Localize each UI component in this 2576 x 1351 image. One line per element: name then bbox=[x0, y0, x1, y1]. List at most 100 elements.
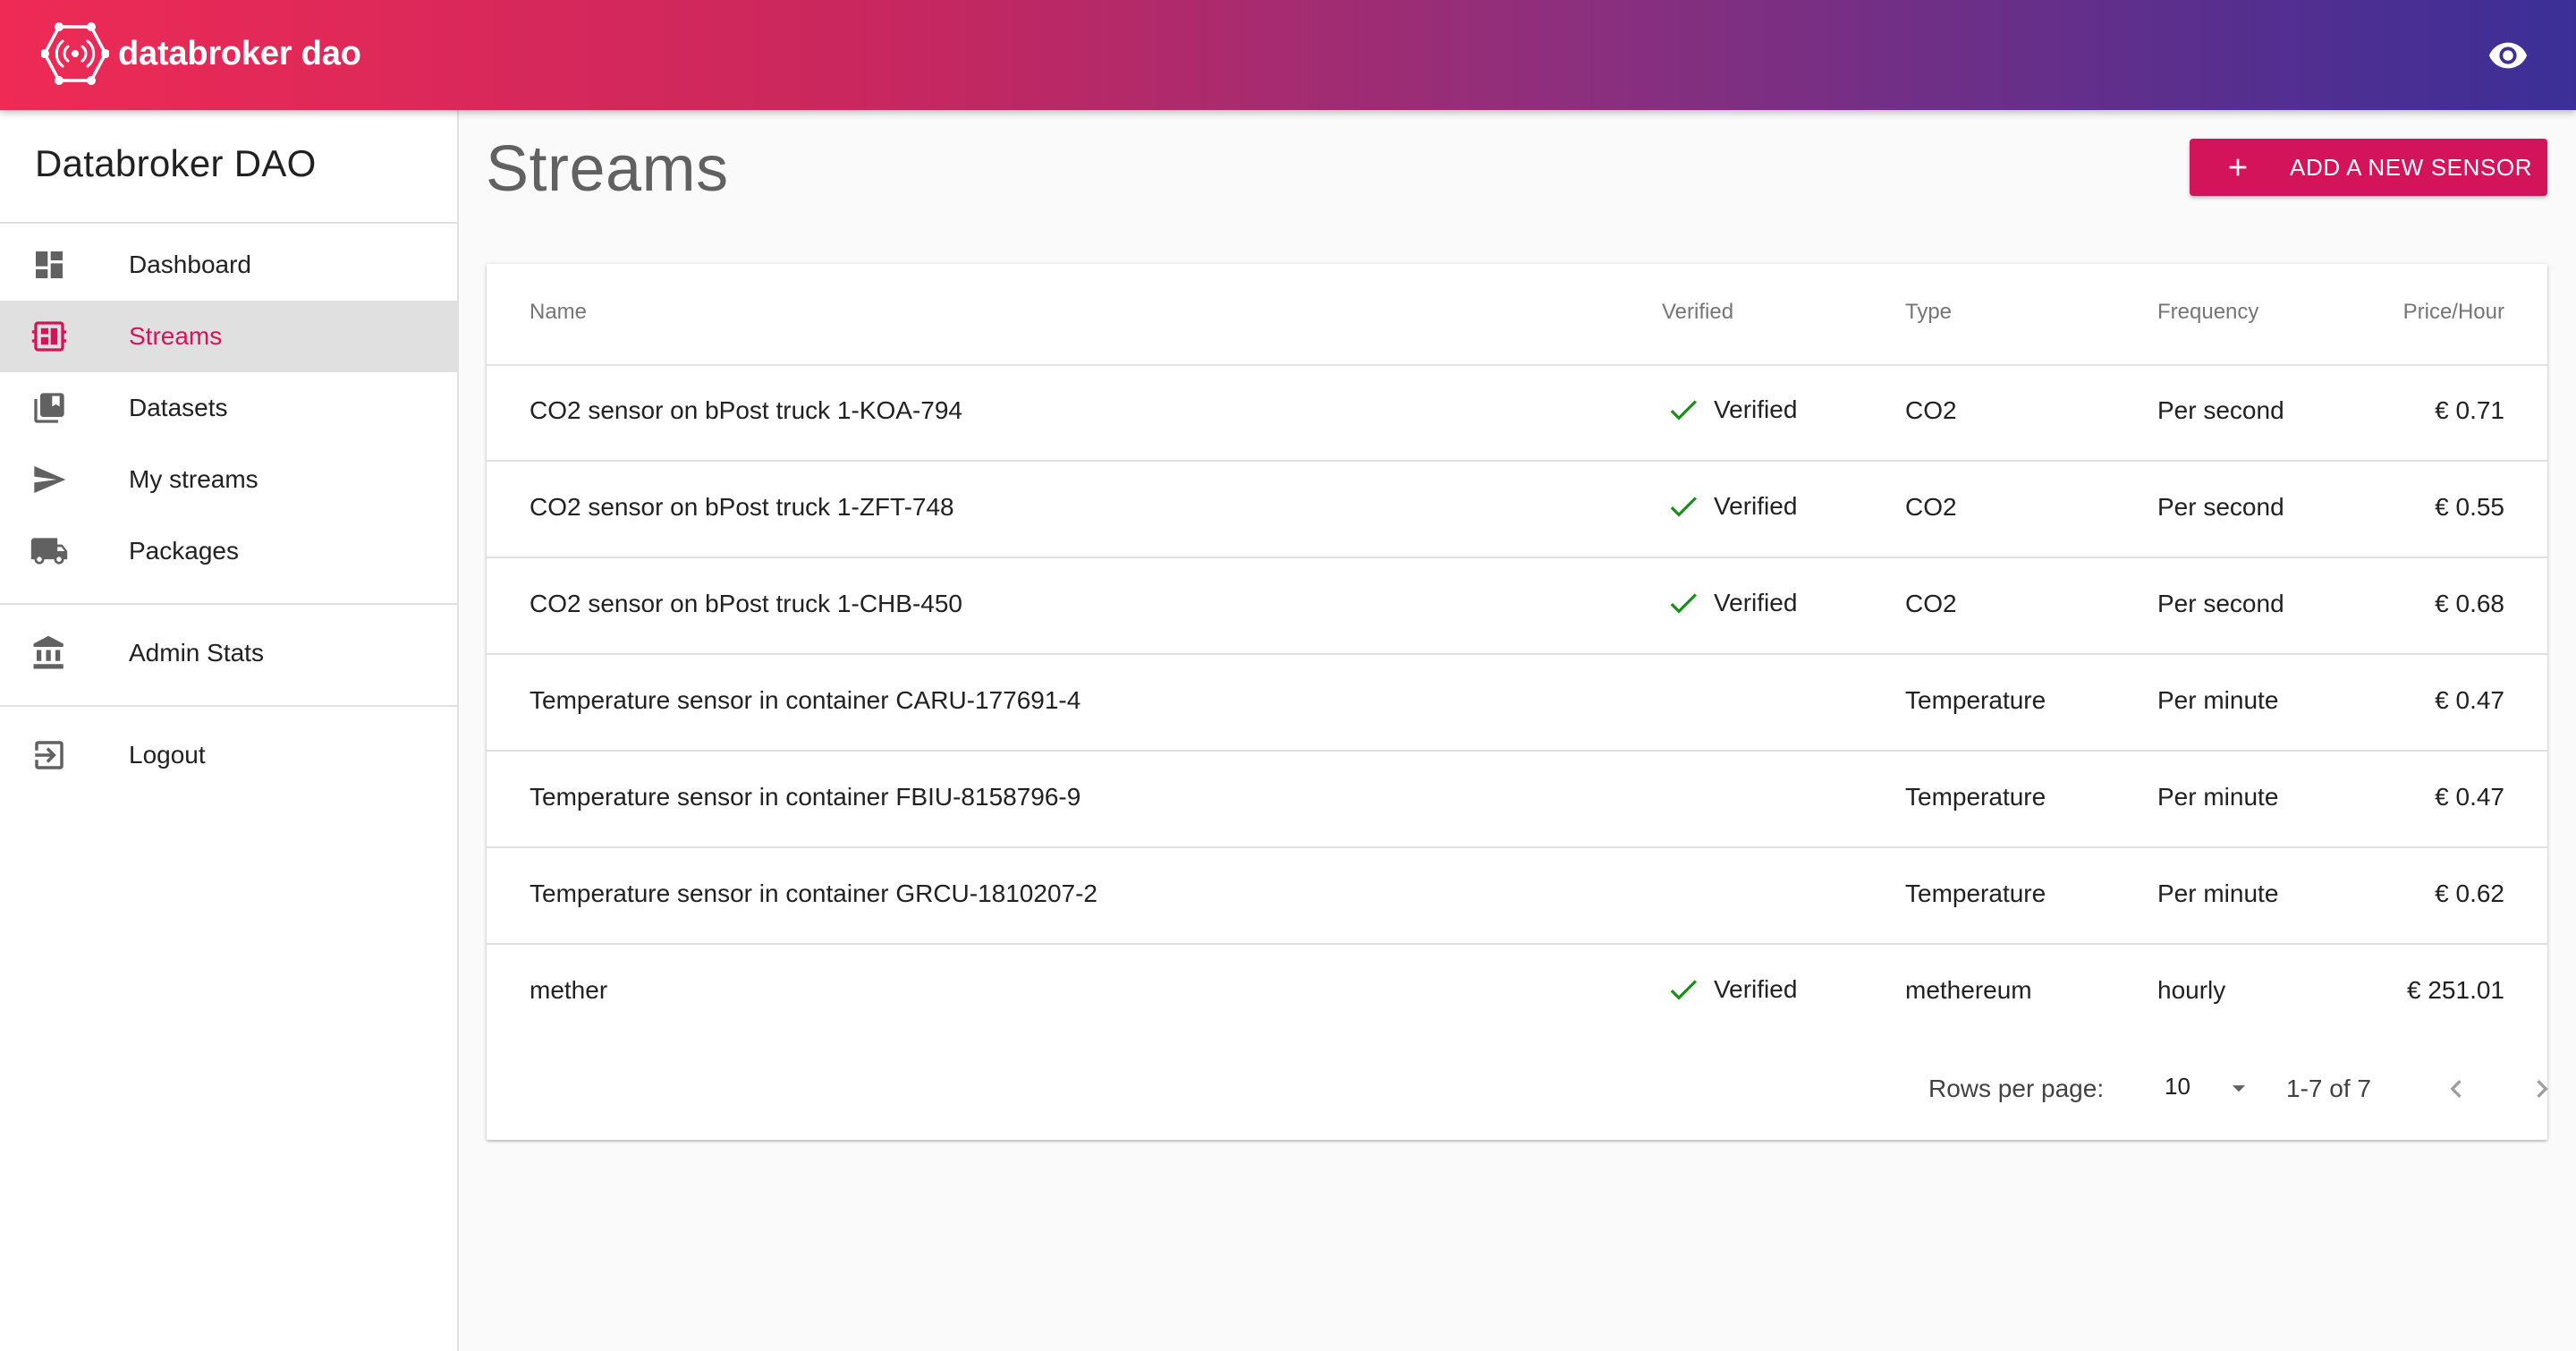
sidebar-divider bbox=[0, 705, 457, 707]
rows-per-page-label: Rows per page: bbox=[1928, 1075, 2105, 1102]
visibility-toggle-button[interactable] bbox=[2485, 32, 2531, 79]
sidebar-item-label: Packages bbox=[129, 537, 239, 565]
streams-table-card: Name Verified Type Frequency Price/Hour … bbox=[487, 264, 2548, 1140]
cell-type: Temperature bbox=[1905, 783, 2046, 811]
sidebar-item-my-streams[interactable]: My streams bbox=[0, 444, 457, 515]
sidebar-item-label: Admin Stats bbox=[129, 639, 264, 667]
table-row[interactable]: Temperature sensor in container CARU-177… bbox=[487, 655, 2547, 752]
caret-down-icon bbox=[2232, 1085, 2246, 1092]
cell-verified: Verified bbox=[1714, 975, 1798, 1003]
send-icon bbox=[29, 459, 70, 500]
cell-verified: Verified bbox=[1714, 395, 1798, 423]
check-icon bbox=[1670, 497, 1697, 517]
table-row[interactable]: mether Verified methereum hourly € 251.0… bbox=[487, 945, 2547, 1040]
cell-price: € 0.62 bbox=[2435, 879, 2504, 907]
plus-icon bbox=[2229, 158, 2247, 176]
add-new-sensor-button[interactable]: ADD A NEW SENSOR bbox=[2190, 139, 2547, 196]
cell-frequency: hourly bbox=[2157, 976, 2226, 1004]
table-pagination: Rows per page: 10 1-7 of 7 bbox=[487, 1044, 2548, 1134]
cell-price: € 0.47 bbox=[2435, 686, 2504, 714]
streams-icon bbox=[29, 316, 70, 357]
verified-badge: Verified bbox=[1665, 489, 1797, 524]
table-row[interactable]: Temperature sensor in container GRCU-181… bbox=[487, 848, 2547, 945]
verified-badge: Verified bbox=[1665, 585, 1797, 621]
cell-verified: Verified bbox=[1714, 589, 1798, 616]
cell-type: CO2 bbox=[1905, 493, 1957, 521]
bank-icon bbox=[29, 633, 70, 674]
sidebar-item-streams[interactable]: Streams bbox=[0, 301, 457, 372]
column-header-frequency[interactable]: Frequency bbox=[2157, 300, 2258, 325]
sidebar-title: Databroker DAO bbox=[35, 142, 317, 184]
eye-icon bbox=[2488, 42, 2528, 69]
datasets-icon bbox=[29, 387, 70, 429]
databroker-logo-icon bbox=[41, 22, 109, 85]
brand-name: databroker dao bbox=[118, 34, 361, 72]
cell-price: € 0.71 bbox=[2435, 396, 2504, 424]
table-header: Name Verified Type Frequency Price/Hour bbox=[487, 264, 2547, 366]
cell-type: Temperature bbox=[1905, 686, 2046, 714]
page-title: Streams bbox=[486, 133, 729, 205]
next-page-button[interactable] bbox=[2517, 1064, 2567, 1114]
check-icon bbox=[1670, 400, 1697, 421]
cell-name: CO2 sensor on bPost truck 1-KOA-794 bbox=[530, 396, 962, 424]
cell-verified: Verified bbox=[1714, 492, 1798, 520]
rows-per-page-select[interactable]: 10 bbox=[2165, 1067, 2263, 1109]
cell-price: € 251.01 bbox=[2407, 976, 2504, 1004]
app-header: databroker dao bbox=[0, 0, 2576, 110]
cell-price: € 0.55 bbox=[2435, 493, 2504, 521]
cell-type: CO2 bbox=[1905, 590, 1957, 617]
cell-name: Temperature sensor in container CARU-177… bbox=[530, 686, 1081, 714]
cell-frequency: Per second bbox=[2157, 396, 2284, 424]
cell-price: € 0.68 bbox=[2435, 590, 2504, 617]
cell-frequency: Per minute bbox=[2157, 879, 2279, 907]
sidebar-item-admin-stats[interactable]: Admin Stats bbox=[0, 617, 457, 689]
table-row[interactable]: CO2 sensor on bPost truck 1-ZFT-748 Veri… bbox=[487, 462, 2547, 558]
add-new-sensor-label: ADD A NEW SENSOR bbox=[2290, 153, 2533, 181]
previous-page-button[interactable] bbox=[2431, 1064, 2481, 1114]
sidebar: Databroker DAO Dashboard Streams Dataset… bbox=[0, 110, 459, 1351]
check-icon bbox=[1670, 980, 1697, 1000]
sidebar-item-dashboard[interactable]: Dashboard bbox=[0, 229, 457, 301]
cell-frequency: Per minute bbox=[2157, 783, 2279, 811]
cell-name: CO2 sensor on bPost truck 1-CHB-450 bbox=[530, 590, 962, 617]
sidebar-divider bbox=[0, 603, 457, 605]
cell-name: Temperature sensor in container GRCU-181… bbox=[530, 879, 1097, 907]
cell-type: CO2 bbox=[1905, 396, 1957, 424]
table-row[interactable]: CO2 sensor on bPost truck 1-CHB-450 Veri… bbox=[487, 558, 2547, 655]
sidebar-item-packages[interactable]: Packages bbox=[0, 515, 457, 587]
brand[interactable]: databroker dao bbox=[41, 21, 361, 86]
cell-type: methereum bbox=[1905, 976, 2032, 1004]
verified-badge: Verified bbox=[1665, 972, 1797, 1007]
chevron-right-icon bbox=[2537, 1080, 2548, 1098]
sidebar-item-datasets[interactable]: Datasets bbox=[0, 372, 457, 444]
truck-icon bbox=[29, 531, 70, 572]
sidebar-item-label: Logout bbox=[129, 741, 206, 769]
sidebar-item-label: Datasets bbox=[129, 394, 228, 421]
dashboard-icon bbox=[29, 244, 70, 285]
table-row[interactable]: Temperature sensor in container FBIU-815… bbox=[487, 752, 2547, 848]
check-icon bbox=[1670, 593, 1697, 614]
cell-name: Temperature sensor in container FBIU-815… bbox=[530, 783, 1081, 811]
cell-type: Temperature bbox=[1905, 879, 2046, 907]
chevron-left-icon bbox=[2450, 1080, 2462, 1098]
cell-name: CO2 sensor on bPost truck 1-ZFT-748 bbox=[530, 493, 954, 521]
cell-frequency: Per second bbox=[2157, 493, 2284, 521]
cell-frequency: Per second bbox=[2157, 590, 2284, 617]
sidebar-item-label: My streams bbox=[129, 465, 258, 493]
pagination-range: 1-7 of 7 bbox=[2286, 1075, 2371, 1102]
sidebar-item-label: Dashboard bbox=[129, 251, 251, 278]
rows-per-page-value: 10 bbox=[2165, 1073, 2190, 1100]
verified-badge: Verified bbox=[1665, 392, 1797, 428]
column-header-type[interactable]: Type bbox=[1905, 300, 1952, 325]
cell-frequency: Per minute bbox=[2157, 686, 2279, 714]
sidebar-item-label: Streams bbox=[129, 322, 223, 350]
cell-price: € 0.47 bbox=[2435, 783, 2504, 811]
logout-icon bbox=[29, 735, 70, 776]
cell-name: mether bbox=[530, 976, 608, 1004]
column-header-verified[interactable]: Verified bbox=[1662, 300, 1733, 325]
column-header-price[interactable]: Price/Hour bbox=[2403, 300, 2504, 325]
column-header-name[interactable]: Name bbox=[530, 300, 587, 325]
sidebar-divider bbox=[0, 222, 457, 224]
sidebar-item-logout[interactable]: Logout bbox=[0, 719, 457, 791]
table-row[interactable]: CO2 sensor on bPost truck 1-KOA-794 Veri… bbox=[487, 365, 2547, 462]
